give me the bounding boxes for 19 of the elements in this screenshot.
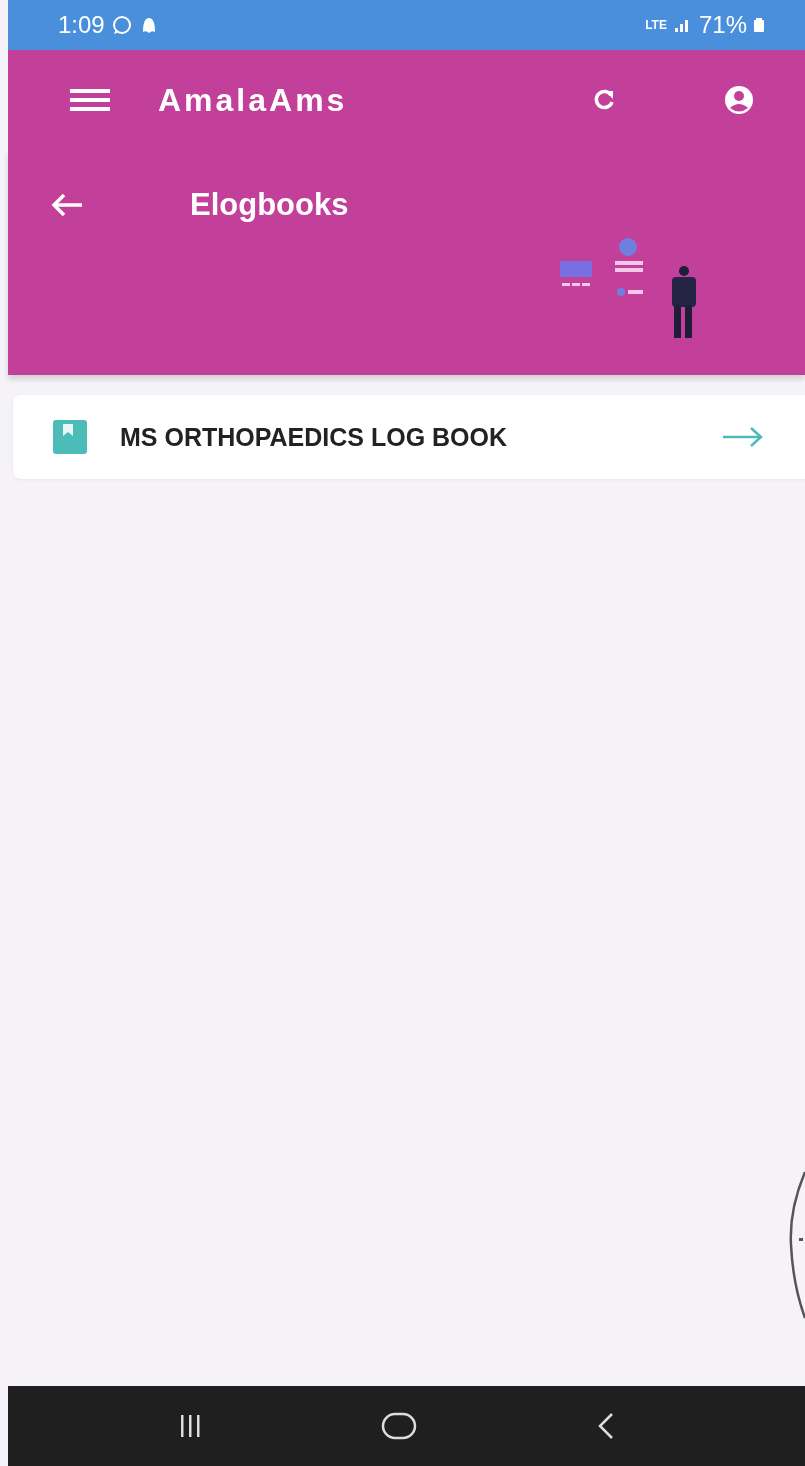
- page-title: Elogbooks: [190, 187, 349, 223]
- account-button[interactable]: [723, 84, 755, 116]
- battery-level: 71%: [698, 11, 747, 39]
- battery-icon: [753, 17, 765, 33]
- account-icon: [723, 84, 755, 116]
- forward-arrow-icon: [721, 425, 765, 449]
- book-icon: [53, 420, 87, 454]
- logbook-title: MS ORTHOPAEDICS LOG BOOK: [120, 422, 508, 452]
- app-title: AmalaAms: [158, 81, 348, 119]
- menu-icon: [70, 87, 110, 113]
- chat-app-icon: [110, 14, 133, 36]
- home-icon: [381, 1412, 418, 1440]
- status-time: 1:09: [58, 11, 105, 39]
- back-arrow-icon: [50, 192, 84, 218]
- back-button[interactable]: [50, 192, 84, 218]
- menu-button[interactable]: [70, 87, 110, 113]
- back-chevron-icon: [597, 1412, 616, 1440]
- network-label: LTE: [645, 18, 667, 32]
- logbook-card[interactable]: MS ORTHOPAEDICS LOG BOOK: [13, 395, 805, 479]
